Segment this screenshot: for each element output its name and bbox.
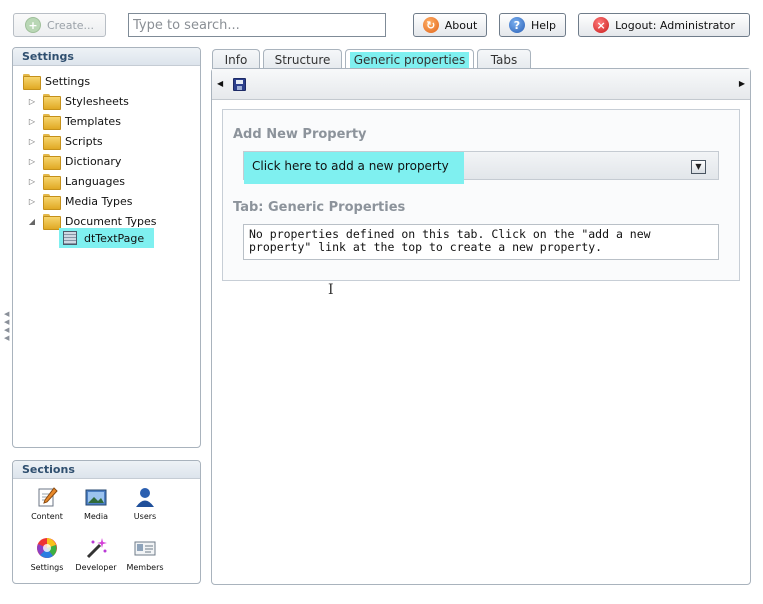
logout-button[interactable]: × Logout: Administrator xyxy=(578,13,750,37)
scroll-right-arrow-icon[interactable]: ▶ xyxy=(739,79,745,88)
tree-item-label: Languages xyxy=(65,174,126,188)
section-label: Settings xyxy=(30,563,64,572)
about-label: About xyxy=(444,18,478,32)
expand-arrow-icon[interactable]: ▷ xyxy=(27,97,37,106)
tab-label: Generic properties xyxy=(349,51,470,68)
tree-item-stylesheets[interactable]: ▷ Stylesheets xyxy=(27,92,129,110)
folder-icon xyxy=(23,74,41,90)
sections-panel-title: Sections xyxy=(13,461,200,479)
section-label: Users xyxy=(133,512,157,521)
chevron-down-icon[interactable]: ▼ xyxy=(691,160,706,174)
tree-item-label: Templates xyxy=(65,114,121,128)
tree-item-label: Stylesheets xyxy=(65,94,129,108)
member-card-icon xyxy=(134,537,156,559)
expand-arrow-icon[interactable]: ▷ xyxy=(27,197,37,206)
tree-panel-title: Settings xyxy=(13,48,200,66)
expand-arrow-icon[interactable]: ▷ xyxy=(27,117,37,126)
text-cursor-icon: I xyxy=(328,282,334,298)
section-label: Developer xyxy=(75,563,117,572)
document-type-icon xyxy=(63,231,77,245)
tab-generic-properties-heading: Tab: Generic Properties xyxy=(233,200,406,215)
section-label: Content xyxy=(31,512,63,521)
pencil-document-icon xyxy=(36,486,58,508)
tree-item-label: Media Types xyxy=(65,194,133,208)
tree-item-scripts[interactable]: ▷ Scripts xyxy=(27,132,103,150)
property-box: Add New Property Click here to add a new… xyxy=(222,109,740,281)
editor-toolbar: ◀ ▶ xyxy=(212,69,750,100)
section-members[interactable]: Members xyxy=(121,537,169,572)
section-developer[interactable]: Developer xyxy=(72,537,120,572)
folder-icon xyxy=(43,174,61,190)
save-icon[interactable] xyxy=(233,78,246,91)
tree-root-label: Settings xyxy=(45,74,91,88)
about-icon: ↻ xyxy=(422,17,439,33)
folder-icon xyxy=(43,214,61,230)
tree-item-media-types[interactable]: ▷ Media Types xyxy=(27,192,133,210)
selected-node-highlight: dtTextPage xyxy=(59,228,155,248)
tree-root-settings[interactable]: Settings xyxy=(23,72,90,90)
folder-icon xyxy=(43,94,61,110)
help-label: Help xyxy=(530,18,557,32)
plus-icon: + xyxy=(24,17,41,33)
tree-item-label: Document Types xyxy=(65,214,157,228)
create-button[interactable]: + Create... xyxy=(13,13,106,37)
tree-item-label: Dictionary xyxy=(65,154,122,168)
no-properties-message: No properties defined on this tab. Click… xyxy=(243,224,719,260)
sections-panel: Sections Content Media Users Settings De… xyxy=(12,460,201,584)
expand-arrow-icon[interactable]: ▷ xyxy=(27,137,37,146)
panel-splitter[interactable]: ◀ ◀ ◀ ◀ xyxy=(4,310,9,342)
logout-icon: × xyxy=(593,17,610,33)
section-content[interactable]: Content xyxy=(23,486,71,521)
tree-item-languages[interactable]: ▷ Languages xyxy=(27,172,125,190)
section-media[interactable]: Media xyxy=(72,486,120,521)
folder-icon xyxy=(43,194,61,210)
about-button[interactable]: ↻ About xyxy=(413,13,487,37)
tree-item-templates[interactable]: ▷ Templates xyxy=(27,112,121,130)
expand-arrow-icon[interactable]: ▷ xyxy=(27,177,37,186)
create-label: Create... xyxy=(46,18,95,32)
tab-label: Info xyxy=(224,52,248,67)
section-label: Media xyxy=(83,512,109,521)
tab-tabs[interactable]: Tabs xyxy=(477,49,531,69)
collapse-arrow-icon[interactable]: ◢ xyxy=(27,217,37,226)
section-settings[interactable]: Settings xyxy=(23,537,71,572)
section-users[interactable]: Users xyxy=(121,486,169,521)
help-icon: ? xyxy=(508,17,525,33)
magic-wand-icon xyxy=(85,537,107,559)
settings-tree-panel: Settings Settings ▷ Stylesheets ▷ Templa… xyxy=(12,47,201,448)
expand-arrow-icon[interactable]: ▷ xyxy=(27,157,37,166)
tab-generic-properties[interactable]: Generic properties xyxy=(345,49,474,69)
tab-structure[interactable]: Structure xyxy=(263,49,342,69)
folder-icon xyxy=(43,134,61,150)
logout-label: Logout: Administrator xyxy=(615,18,735,32)
add-property-bar[interactable]: Click here to add a new property ▼ xyxy=(243,151,719,184)
picture-icon xyxy=(85,486,107,508)
section-label: Members xyxy=(126,563,164,572)
tree-child-label: dtTextPage xyxy=(84,231,145,245)
folder-icon xyxy=(43,114,61,130)
tab-info[interactable]: Info xyxy=(212,49,260,69)
tree-item-dttextpage[interactable]: dtTextPage xyxy=(59,228,155,248)
color-wheel-icon xyxy=(36,537,58,559)
user-icon xyxy=(134,486,156,508)
tree-item-dictionary[interactable]: ▷ Dictionary xyxy=(27,152,121,170)
tab-label: Structure xyxy=(274,52,331,67)
tree-item-label: Scripts xyxy=(65,134,103,148)
content-panel: ◀ ▶ Add New Property Click here to add a… xyxy=(211,68,751,585)
scroll-left-arrow-icon[interactable]: ◀ xyxy=(217,79,223,88)
help-button[interactable]: ? Help xyxy=(499,13,566,37)
search-input[interactable] xyxy=(128,13,386,37)
folder-icon xyxy=(43,154,61,170)
add-property-heading: Add New Property xyxy=(233,127,367,142)
tab-label: Tabs xyxy=(490,52,518,67)
add-property-link[interactable]: Click here to add a new property xyxy=(244,152,464,184)
